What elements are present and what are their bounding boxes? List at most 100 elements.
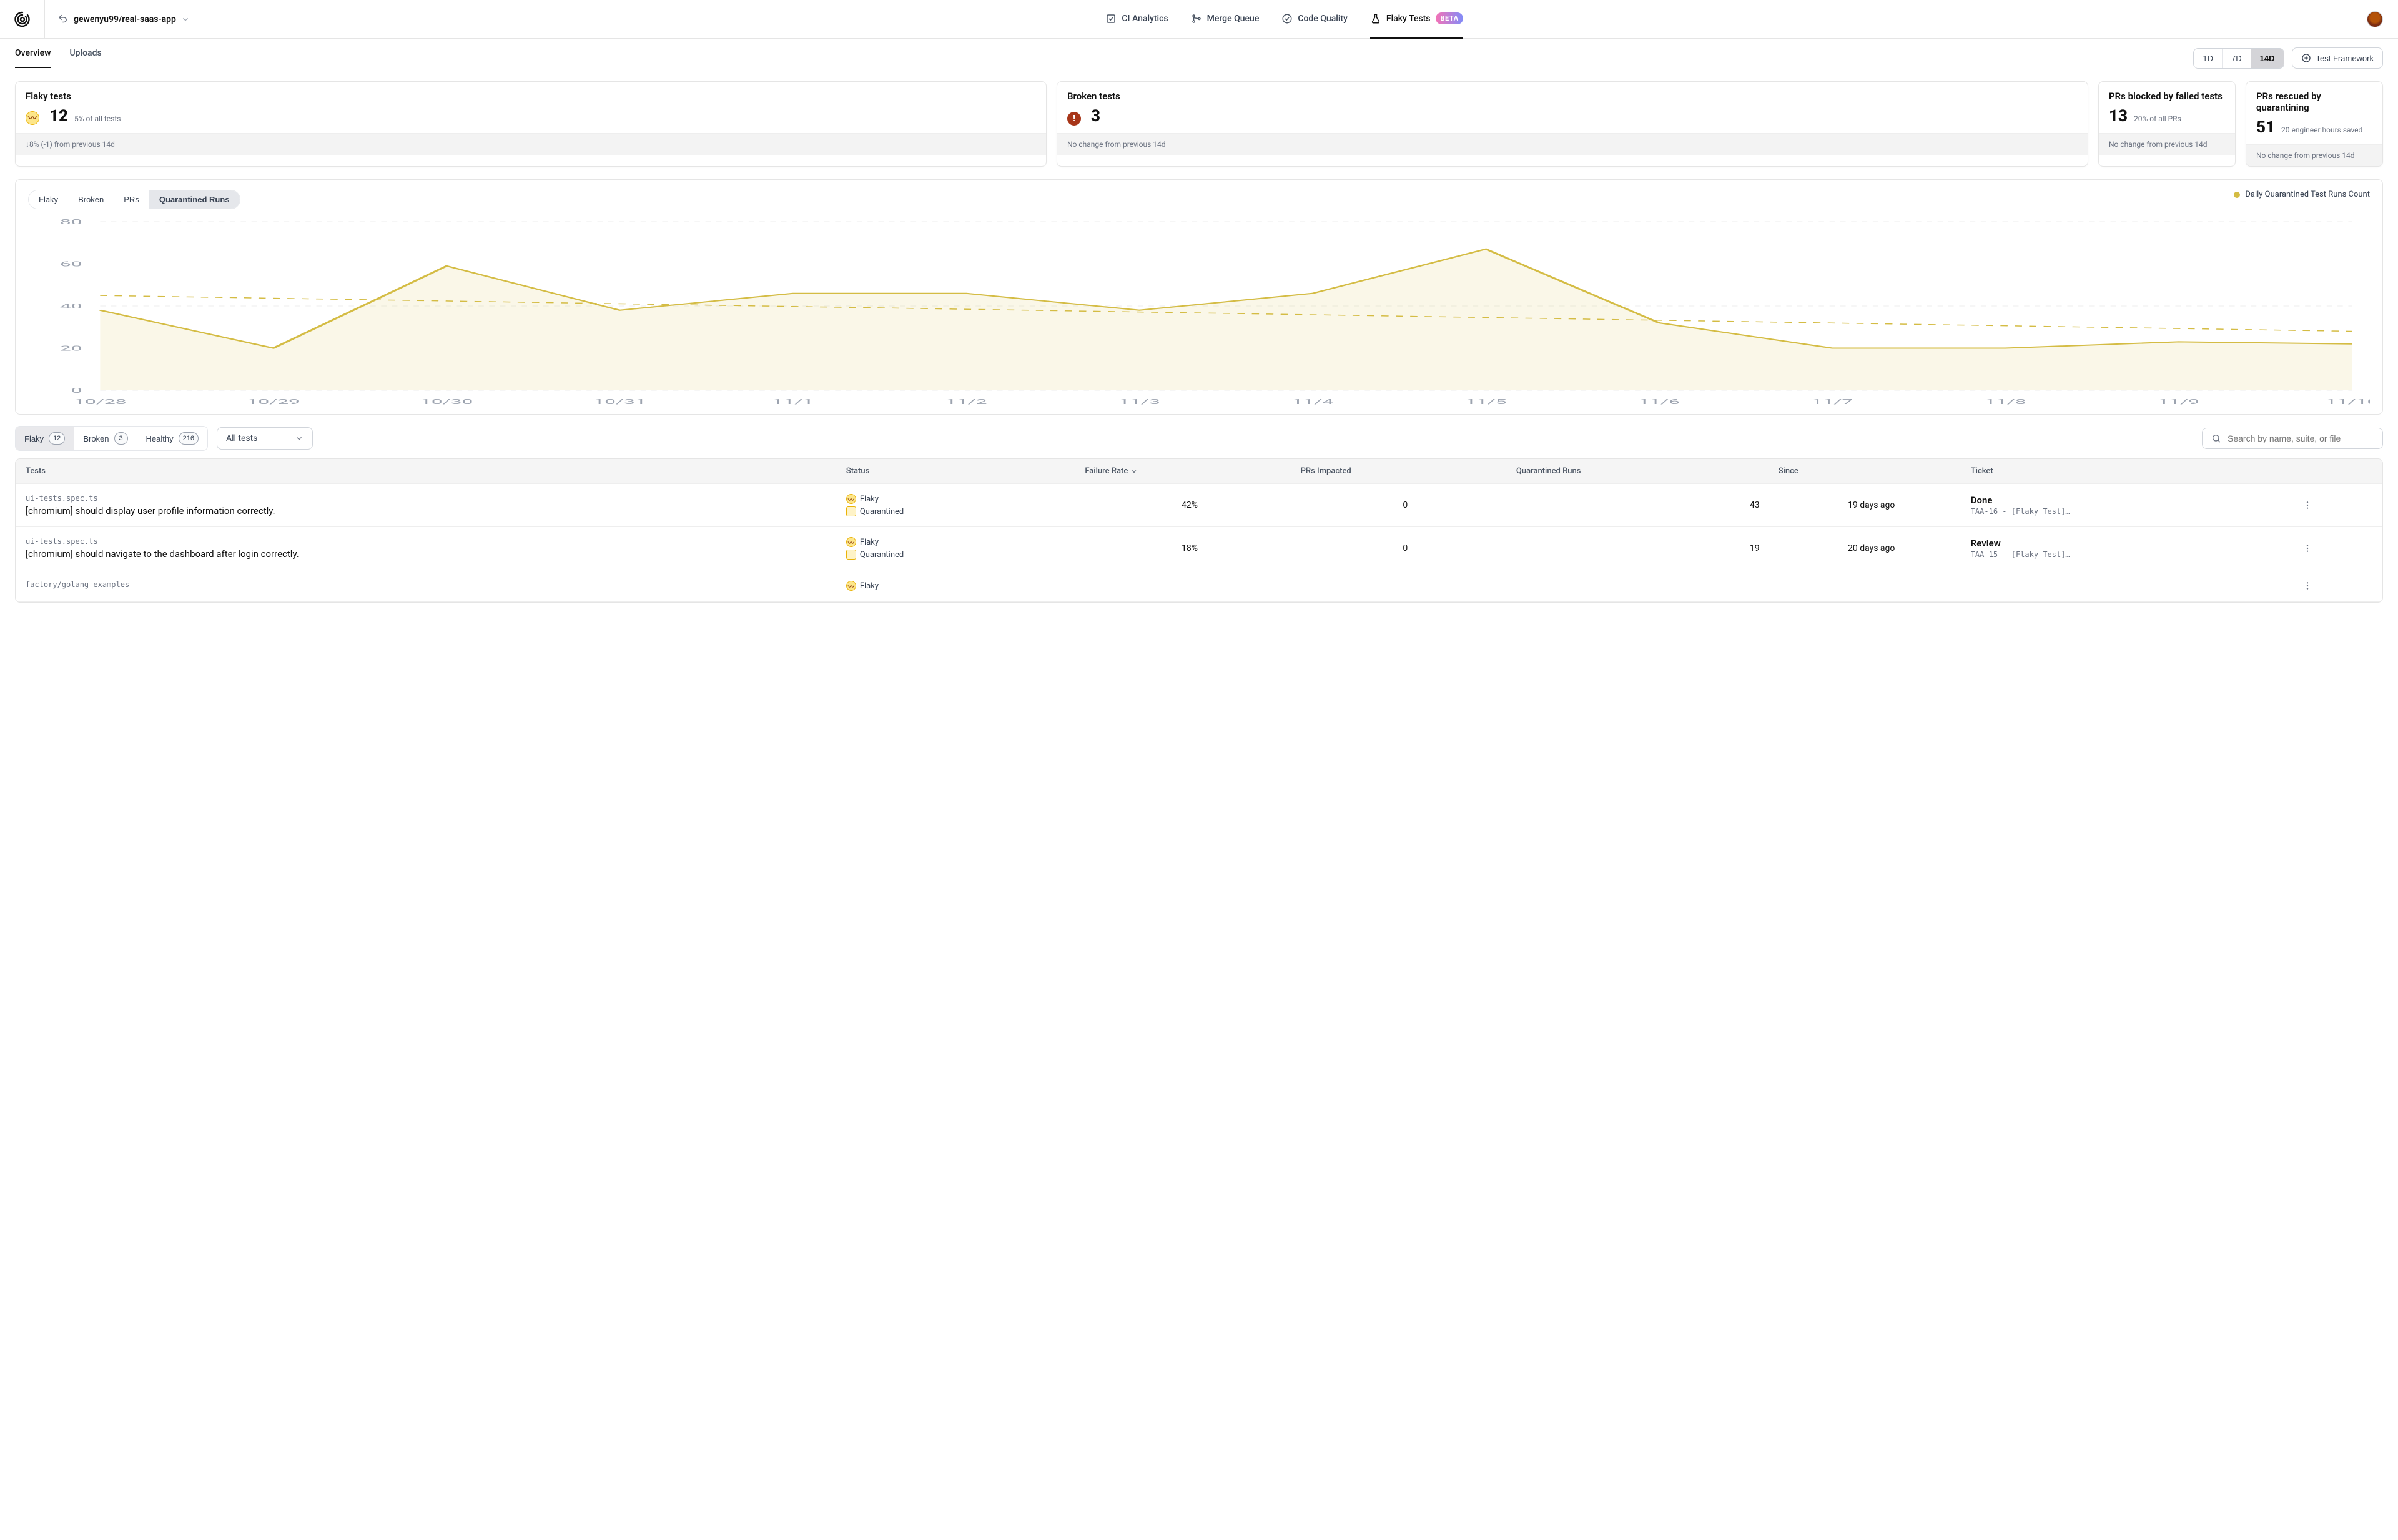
timerange-14d[interactable]: 14D <box>2251 49 2284 68</box>
card-prs-rescued: PRs rescued by quarantining 51 20 engine… <box>2246 81 2383 167</box>
table-row[interactable]: factory/golang-examples 〰Flaky <box>16 570 2382 602</box>
shield-check-icon <box>1281 13 1293 24</box>
test-framework-button[interactable]: Test Framework <box>2292 47 2383 69</box>
th-status[interactable]: Status <box>846 466 1079 476</box>
nav-label: Flaky Tests <box>1386 14 1431 24</box>
button-label: Test Framework <box>2316 54 2374 63</box>
test-file: ui-tests.spec.ts <box>26 494 840 503</box>
filter-flaky[interactable]: Flaky 12 <box>16 427 74 450</box>
nav-ci-analytics[interactable]: CI Analytics <box>1105 0 1168 39</box>
th-quarantined-runs[interactable]: Quarantined Runs <box>1516 466 1772 476</box>
beta-badge: BETA <box>1436 12 1464 24</box>
table-row[interactable]: ui-tests.spec.ts [chromium] should navig… <box>16 527 2382 570</box>
ticket-status: Done <box>1971 495 2297 506</box>
nav-flaky-tests[interactable]: Flaky Tests BETA <box>1370 0 1464 39</box>
test-name: [chromium] should navigate to the dashbo… <box>26 548 840 560</box>
chart-area: 02040608010/2810/2910/3010/3111/111/211/… <box>28 215 2370 409</box>
filter-label: Flaky <box>24 434 44 443</box>
app-logo[interactable] <box>0 0 45 39</box>
right-controls: 1D 7D 14D Test Framework <box>2193 47 2383 69</box>
cell-quarantined-runs: 43 <box>1516 500 1772 510</box>
cell-ticket: Review TAA-15 - [Flaky Test] ui-… <box>1971 538 2297 559</box>
row-more-button[interactable] <box>2302 500 2372 510</box>
ticket-id: TAA-15 - [Flaky Test] ui-… <box>1971 550 2071 559</box>
th-failure-rate[interactable]: Failure Rate <box>1085 466 1294 476</box>
line-chart: 02040608010/2810/2910/3010/3111/111/211/… <box>28 215 2370 409</box>
filter-broken[interactable]: Broken 3 <box>74 427 137 450</box>
svg-text:11/2: 11/2 <box>945 398 987 406</box>
table-row[interactable]: ui-tests.spec.ts [chromium] should displ… <box>16 484 2382 527</box>
timerange-1d[interactable]: 1D <box>2194 49 2223 68</box>
chart-tab-flaky[interactable]: Flaky <box>29 190 68 209</box>
plus-circle-icon <box>2301 53 2311 63</box>
dropdown-label: All tests <box>226 433 257 443</box>
card-footer: ↓8% (-1) from previous 14d <box>16 133 1046 155</box>
svg-text:11/5: 11/5 <box>1465 398 1507 406</box>
svg-text:40: 40 <box>60 302 82 310</box>
cell-prs-impacted: 0 <box>1301 500 1510 510</box>
nav-code-quality[interactable]: Code Quality <box>1281 0 1348 39</box>
th-tests[interactable]: Tests <box>26 466 840 476</box>
filters-row: Flaky 12 Broken 3 Healthy 216 All tests <box>0 415 2398 458</box>
filter-healthy[interactable]: Healthy 216 <box>137 427 207 450</box>
svg-text:10/28: 10/28 <box>74 398 126 406</box>
cell-ticket: Done TAA-16 - [Flaky Test] ui-… <box>1971 495 2297 516</box>
timerange-7d[interactable]: 7D <box>2223 49 2251 68</box>
card-flaky-tests: Flaky tests 〰 12 5% of all tests ↓8% (-1… <box>15 81 1047 167</box>
status-filter-tabs: Flaky 12 Broken 3 Healthy 216 <box>15 426 208 451</box>
header-bar: gewenyu99/real-saas-app CI Analytics Mer… <box>0 0 2398 39</box>
subtab-overview[interactable]: Overview <box>15 48 51 68</box>
cell-since: 20 days ago <box>1779 543 1965 553</box>
status-flaky: 〰Flaky <box>846 494 1079 504</box>
th-ticket[interactable]: Ticket <box>1971 466 2297 476</box>
more-vertical-icon <box>2302 581 2312 591</box>
nav-merge-queue[interactable]: Merge Queue <box>1191 0 1260 39</box>
repo-selector[interactable]: gewenyu99/real-saas-app <box>45 14 202 25</box>
row-more-button[interactable] <box>2302 543 2372 553</box>
th-label: Failure Rate <box>1085 466 1128 476</box>
user-avatar[interactable] <box>2367 11 2383 27</box>
card-value: 13 <box>2109 107 2128 126</box>
subheader-row: Overview Uploads 1D 7D 14D Test Framewor… <box>0 39 2398 69</box>
quarantine-icon <box>846 506 856 516</box>
th-prs-impacted[interactable]: PRs Impacted <box>1301 466 1510 476</box>
chart-tab-quarantined[interactable]: Quarantined Runs <box>149 190 240 209</box>
flaky-icon: 〰 <box>846 537 856 547</box>
card-value: 3 <box>1091 107 1100 126</box>
chart-tab-broken[interactable]: Broken <box>68 190 114 209</box>
more-vertical-icon <box>2302 543 2312 553</box>
cell-status: 〰Flaky <box>846 581 1079 591</box>
svg-text:11/9: 11/9 <box>2158 398 2200 406</box>
tests-dropdown[interactable]: All tests <box>217 427 313 450</box>
timerange-segment: 1D 7D 14D <box>2193 48 2284 69</box>
filter-count: 216 <box>179 432 199 445</box>
search-box[interactable] <box>2202 428 2383 449</box>
th-since[interactable]: Since <box>1779 466 1965 476</box>
status-quarantined: Quarantined <box>846 506 1079 516</box>
ticket-status: Review <box>1971 538 2297 549</box>
cell-quarantined-runs: 19 <box>1516 543 1772 553</box>
sort-desc-icon <box>1130 468 1138 475</box>
card-title: PRs rescued by quarantining <box>2256 91 2372 113</box>
cell-test: ui-tests.spec.ts [chromium] should navig… <box>26 537 840 560</box>
svg-text:80: 80 <box>60 218 82 226</box>
flask-icon <box>1370 13 1381 24</box>
search-icon <box>2211 433 2221 443</box>
card-value: 12 <box>49 107 68 126</box>
check-square-icon <box>1105 13 1117 24</box>
cell-status: 〰Flaky Quarantined <box>846 494 1079 516</box>
chart-card: Flaky Broken PRs Quarantined Runs Daily … <box>15 179 2383 415</box>
legend-dot-icon <box>2234 192 2240 198</box>
more-vertical-icon <box>2302 500 2312 510</box>
flaky-icon: 〰 <box>846 581 856 591</box>
svg-text:60: 60 <box>60 260 82 268</box>
card-title: Flaky tests <box>26 91 1036 102</box>
filter-count: 3 <box>114 432 128 445</box>
chart-tab-prs[interactable]: PRs <box>114 190 149 209</box>
nav-label: CI Analytics <box>1122 14 1168 24</box>
subtab-uploads[interactable]: Uploads <box>69 48 101 68</box>
row-more-button[interactable] <box>2302 581 2372 591</box>
flaky-icon: 〰 <box>26 111 39 125</box>
svg-text:11/8: 11/8 <box>1985 398 2026 406</box>
search-input[interactable] <box>2228 433 2374 443</box>
